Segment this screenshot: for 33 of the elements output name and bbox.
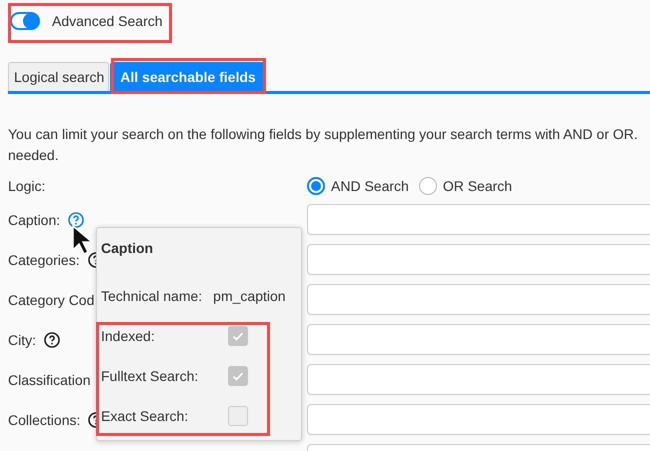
field-label: Classification bbox=[8, 372, 90, 388]
flag-label: Exact Search: bbox=[101, 408, 188, 424]
field-label: Category Cod bbox=[8, 292, 94, 308]
field-label: Caption: bbox=[8, 212, 60, 228]
checkbox[interactable] bbox=[228, 326, 248, 346]
checkbox[interactable] bbox=[228, 366, 248, 386]
description-text: You can limit your search on the following fields by supplementing your search terms with AND or OR. bbox=[8, 125, 639, 144]
input-field[interactable] bbox=[307, 244, 650, 275]
flag-label: Indexed: bbox=[101, 328, 155, 344]
technical-name-value: pm_caption bbox=[213, 288, 286, 304]
input-field[interactable] bbox=[307, 204, 650, 235]
field-label: Logic: bbox=[8, 178, 46, 194]
toggle-label: Advanced Search bbox=[52, 13, 163, 29]
input-field[interactable] bbox=[307, 324, 650, 355]
radio-icon[interactable] bbox=[307, 177, 325, 195]
toggle-switch[interactable] bbox=[10, 12, 40, 30]
tooltip-title: Caption bbox=[101, 240, 154, 256]
technical-name-label: Technical name: bbox=[101, 288, 202, 304]
description-text: needed. bbox=[8, 146, 60, 165]
tab[interactable]: Logical search bbox=[8, 62, 110, 91]
input-field[interactable] bbox=[307, 284, 650, 315]
field-label: City: bbox=[8, 332, 36, 348]
radio-icon[interactable] bbox=[418, 177, 437, 195]
field-label: Categories: bbox=[8, 252, 80, 268]
input-field[interactable] bbox=[307, 404, 650, 435]
radio-option[interactable]: AND Search bbox=[307, 177, 409, 195]
checkbox[interactable] bbox=[228, 406, 248, 426]
field-label: Collections: bbox=[8, 412, 80, 428]
help-icon[interactable] bbox=[44, 332, 60, 348]
flag-label: Fulltext Search: bbox=[101, 368, 198, 384]
radio-option[interactable]: OR Search bbox=[418, 177, 512, 195]
tab[interactable]: All searchable fields bbox=[110, 62, 266, 91]
input-field[interactable] bbox=[307, 364, 650, 395]
